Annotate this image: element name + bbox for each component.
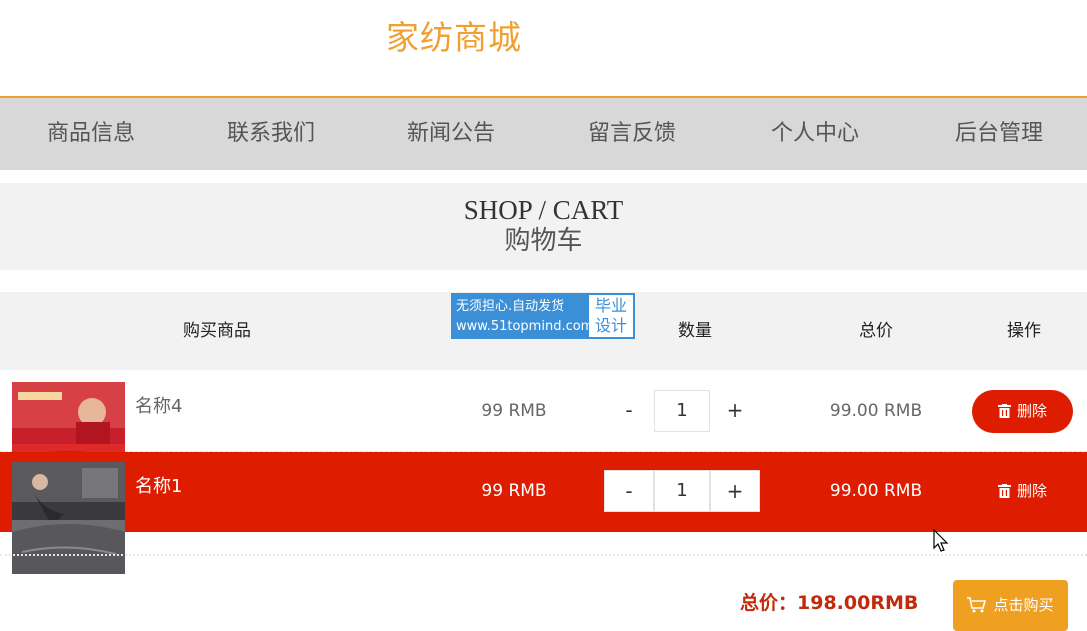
watermark-line1: 无须担心.自动发货 xyxy=(456,299,565,314)
banner-title-cn: 购物车 xyxy=(504,226,583,256)
nav-item-contact[interactable]: 联系我们 xyxy=(206,98,336,170)
product-name[interactable]: 名称4 xyxy=(135,392,182,418)
buy-label: 点击购买 xyxy=(993,596,1054,614)
product-price: 99 RMB xyxy=(481,481,547,501)
header-action: 操作 xyxy=(1007,321,1041,341)
qty-input[interactable]: 1 xyxy=(654,390,710,432)
product-price: 99 RMB xyxy=(481,401,547,421)
trash-icon xyxy=(997,392,1011,418)
cart-total: 总价：198.00RMB xyxy=(740,592,919,614)
qty-minus-button[interactable]: - xyxy=(604,470,654,512)
row-total: 99.00 RMB xyxy=(829,481,923,501)
buy-button[interactable]: 点击购买 xyxy=(953,580,1068,631)
watermark-side: 毕业 设计 xyxy=(589,295,633,337)
banner-title-en: SHOP / CART xyxy=(463,195,624,225)
nav-item-admin[interactable]: 后台管理 xyxy=(934,98,1064,170)
watermark-badge: 无须担心.自动发货 www.51topmind.com 毕业 设计 xyxy=(451,293,635,339)
delete-label: 删除 xyxy=(1016,482,1047,500)
header-product: 购买商品 xyxy=(183,321,251,341)
nav-item-news[interactable]: 新闻公告 xyxy=(386,98,516,170)
product-name[interactable]: 名称1 xyxy=(135,472,182,498)
header-quantity: 数量 xyxy=(678,321,712,341)
page-banner: SHOP / CART 购物车 xyxy=(0,183,1087,270)
header-total: 总价 xyxy=(859,321,893,341)
qty-input[interactable]: 1 xyxy=(654,470,710,512)
qty-plus-button[interactable]: + xyxy=(710,470,760,512)
watermark-line2: www.51topmind.com xyxy=(456,319,594,334)
row-divider xyxy=(0,532,1087,556)
qty-plus-button[interactable]: + xyxy=(710,390,760,432)
cart-icon xyxy=(967,583,987,631)
delete-button[interactable]: 删除 xyxy=(972,470,1073,513)
watermark-text: 无须担心.自动发货 www.51topmind.com xyxy=(453,295,594,337)
delete-button[interactable]: 删除 xyxy=(972,390,1073,433)
nav-item-profile[interactable]: 个人中心 xyxy=(750,98,880,170)
page: 家纺商城 商品信息 联系我们 新闻公告 留言反馈 个人中心 后台管理 SHOP … xyxy=(0,0,1087,631)
cart-row: 名称1 99 RMB - 1 + 99.00 RMB 删除 xyxy=(0,452,1087,532)
qty-minus-button[interactable]: - xyxy=(604,390,654,432)
mouse-cursor-icon xyxy=(933,528,949,553)
site-title: 家纺商城 xyxy=(386,18,522,57)
watermark-side1: 毕业 xyxy=(594,296,627,315)
cart-row: 名称4 99 RMB - 1 + 99.00 RMB 删除 xyxy=(0,372,1087,494)
quantity-stepper: - 1 + xyxy=(604,390,764,432)
nav-item-feedback[interactable]: 留言反馈 xyxy=(567,98,697,170)
watermark-side2: 设计 xyxy=(594,316,627,335)
main-nav: 商品信息 联系我们 新闻公告 留言反馈 个人中心 后台管理 xyxy=(0,96,1087,170)
product-thumbnail[interactable] xyxy=(12,462,125,574)
quantity-stepper: - 1 + xyxy=(604,470,764,512)
row-total: 99.00 RMB xyxy=(829,401,923,421)
nav-item-products[interactable]: 商品信息 xyxy=(26,98,156,170)
delete-label: 删除 xyxy=(1016,402,1047,420)
trash-icon xyxy=(997,472,1011,498)
